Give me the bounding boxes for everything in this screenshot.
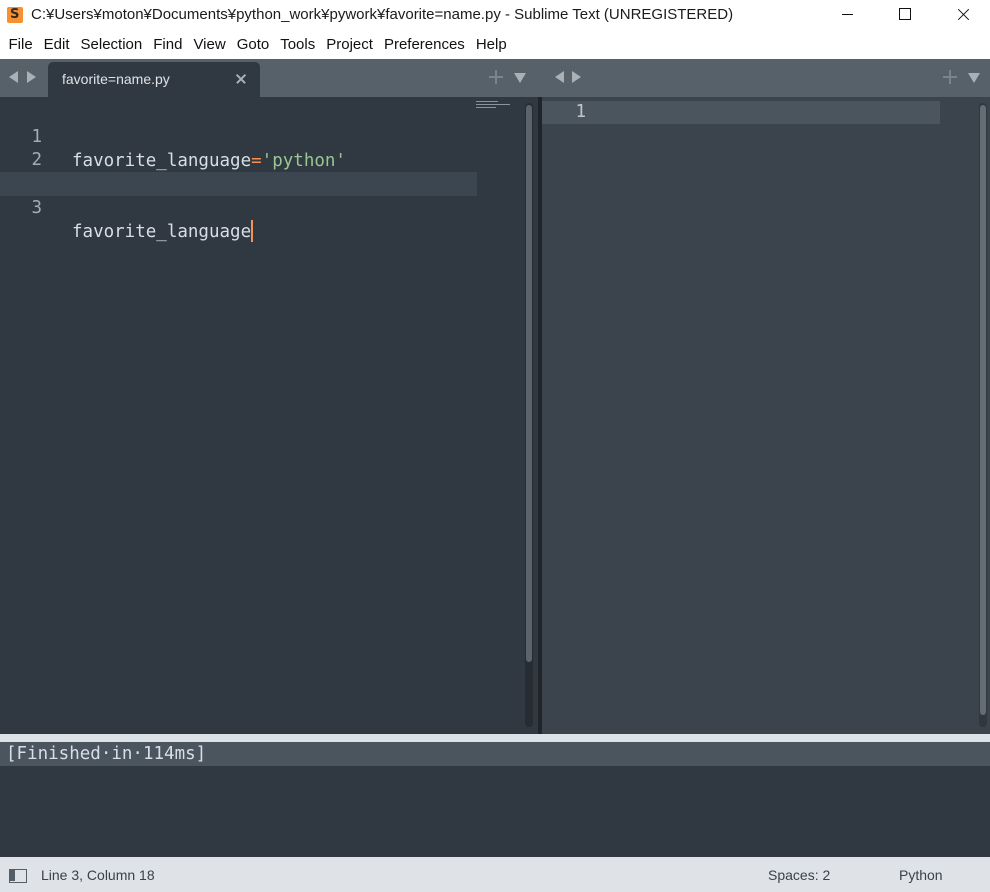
menu-preferences[interactable]: Preferences [378, 31, 470, 59]
current-line-highlight [542, 101, 940, 124]
menu-find[interactable]: Find [148, 31, 188, 59]
left-tab-bar: favorite=name.py [0, 59, 540, 97]
right-scrollbar-thumb[interactable] [980, 105, 986, 715]
menu-view[interactable]: View [188, 31, 231, 59]
build-output-text: [Finished·in·114ms] [0, 742, 990, 766]
minimize-button[interactable] [818, 0, 876, 31]
right-editor-pane[interactable]: 1 [542, 97, 990, 734]
menu-edit[interactable]: Edit [38, 31, 75, 59]
menu-project[interactable]: Project [321, 31, 379, 59]
code-line-wrapped: favorite_language.rstrip() [0, 148, 477, 194]
menu-help[interactable]: Help [470, 31, 512, 59]
line-number: 1 [575, 102, 586, 122]
tab-label: favorite=name.py [62, 71, 170, 87]
title-bar: S C:¥Users¥moton¥Documents¥python_work¥p… [0, 0, 990, 31]
code-text: favorite_language [72, 220, 254, 242]
right-tab-bar [540, 59, 990, 97]
cursor-position: Line 3, Column 18 [41, 867, 155, 883]
right-new-tab-plus-icon[interactable] [943, 70, 957, 84]
text-cursor [251, 220, 254, 242]
tab-favorite-name-py[interactable]: favorite=name.py [48, 62, 260, 97]
build-output-panel[interactable]: [Finished·in·114ms] [0, 742, 990, 857]
menu-goto[interactable]: Goto [231, 31, 275, 59]
tab-scroll-left-icon[interactable] [9, 71, 18, 83]
panel-separator[interactable] [0, 734, 990, 742]
status-bar: Line 3, Column 18 Spaces: 2 Python [0, 857, 990, 892]
right-tab-dropdown-icon[interactable] [968, 73, 980, 83]
menu-file[interactable]: File [3, 31, 38, 59]
tab-dropdown-icon[interactable] [514, 73, 526, 83]
panel-toggle-icon[interactable] [9, 869, 27, 883]
minimap[interactable] [476, 101, 510, 113]
code-line: 1 favorite_language='python' [0, 101, 477, 171]
indentation-setting[interactable]: Spaces: 2 [768, 867, 830, 883]
new-tab-plus-icon[interactable] [489, 70, 503, 84]
code-line-current: 3 favorite_language [0, 172, 477, 242]
tab-close-icon[interactable] [234, 71, 248, 85]
right-tab-scroll-left-icon[interactable] [555, 71, 564, 83]
sublime-logo-icon: S [7, 7, 23, 23]
maximize-button[interactable] [876, 0, 934, 31]
scrollbar-thumb[interactable] [526, 105, 532, 662]
tab-scroll-right-icon[interactable] [27, 71, 36, 83]
line-number: 3 [31, 198, 42, 218]
menu-tools[interactable]: Tools [275, 31, 321, 59]
code-line: 2 favorite_language=······ [0, 124, 477, 194]
menu-bar: File Edit Selection Find View Goto Tools… [0, 31, 990, 59]
window-title: C:¥Users¥moton¥Documents¥python_work¥pyw… [31, 6, 734, 23]
right-tab-scroll-right-icon[interactable] [572, 71, 581, 83]
syntax-selector[interactable]: Python [899, 867, 943, 883]
menu-selection[interactable]: Selection [75, 31, 148, 59]
left-editor-pane[interactable]: 1 favorite_language='python' 2 favorite_… [0, 97, 538, 734]
close-window-button[interactable] [934, 0, 990, 31]
vertical-scrollbar[interactable] [525, 103, 533, 727]
right-vertical-scrollbar[interactable] [979, 103, 987, 727]
